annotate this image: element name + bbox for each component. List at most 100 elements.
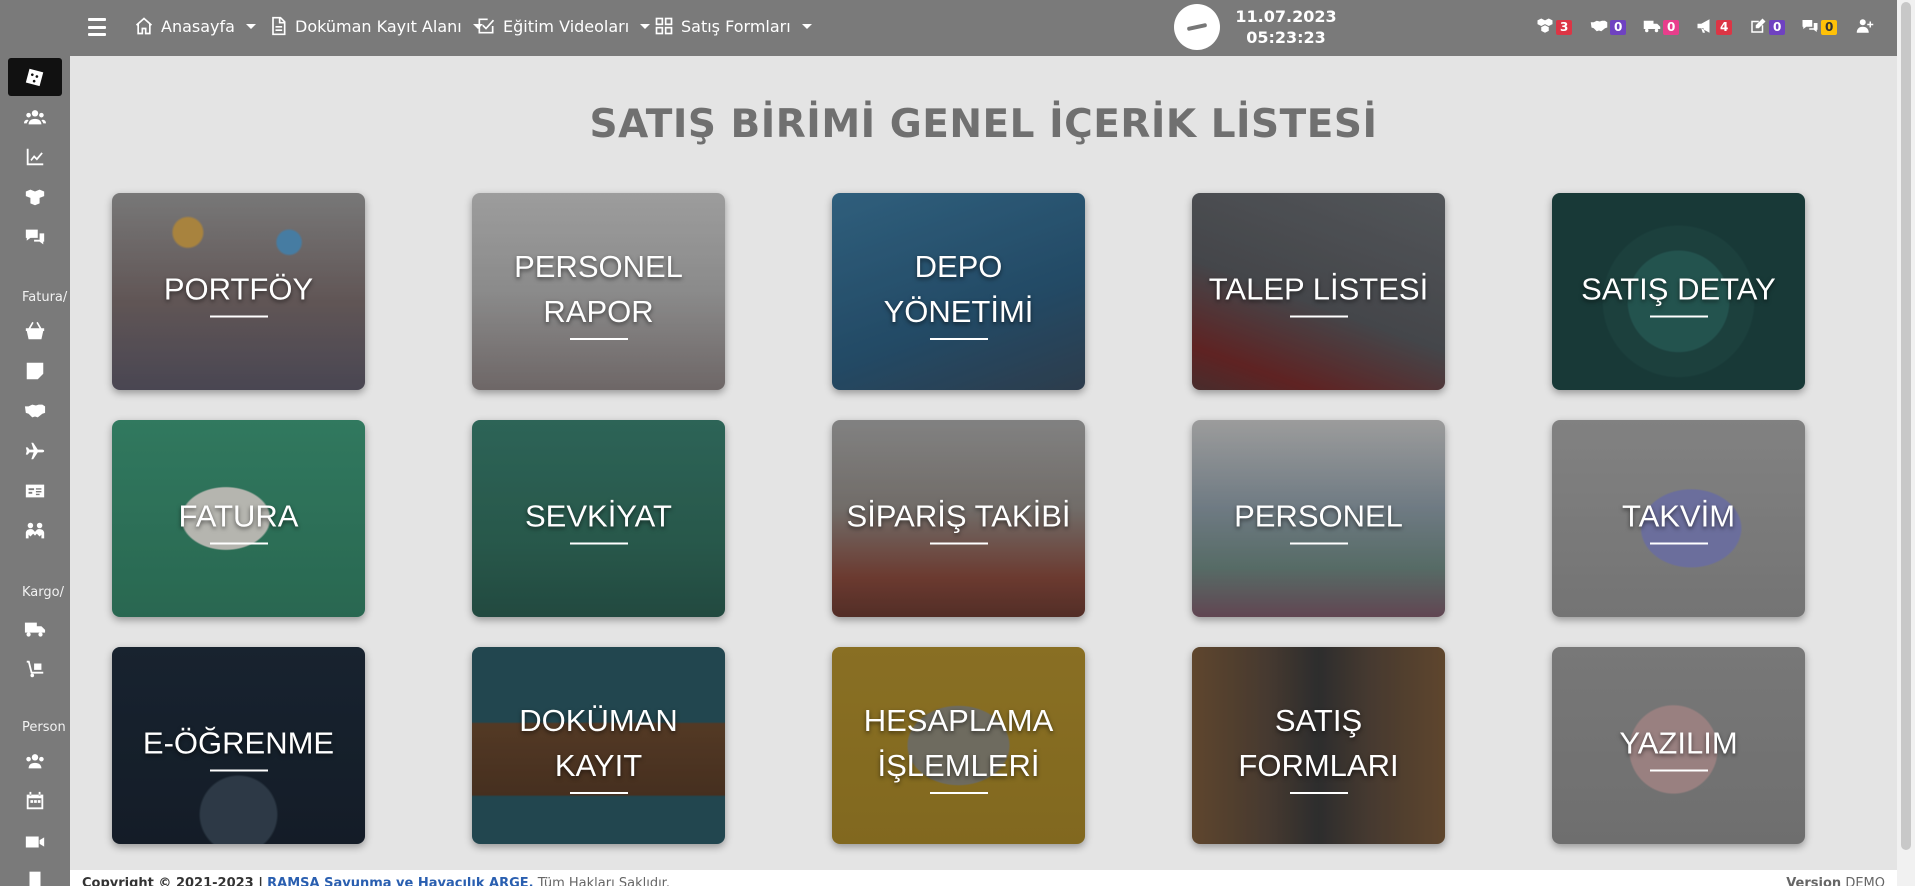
vertical-scrollbar[interactable] (1897, 0, 1915, 886)
chevron-down-icon (640, 23, 651, 29)
nav-anasayfa-label: Anasayfa (161, 16, 235, 36)
people-icon[interactable] (8, 512, 62, 550)
card-dokuman-kayit[interactable]: DOKÜMAN KAYIT (472, 647, 725, 844)
card-sevkiyat-title: SEVKİYAT (524, 498, 672, 533)
card-personel-rapor-line2: RAPOR (543, 293, 654, 329)
user-plus-icon (1856, 19, 1874, 33)
card-hesaplama-islemleri-line2: İŞLEMLERİ (877, 747, 1040, 783)
card-hesaplama-islemleri-line1: HESAPLAMA (863, 702, 1054, 738)
basket-icon[interactable] (8, 312, 62, 350)
sticky-note-icon[interactable] (8, 352, 62, 390)
nav-dokuman-kayit[interactable]: Doküman Kayıt Alanı (268, 16, 483, 36)
card-hesaplama-islemleri[interactable]: HESAPLAMA İŞLEMLERİ (832, 647, 1085, 844)
current-time: 05:23:23 (1246, 28, 1326, 47)
checkbox-icon (478, 18, 495, 34)
datetime-display: 11.07.2023 05:23:23 (1226, 6, 1346, 48)
users-icon[interactable] (8, 98, 62, 136)
top-navbar: Anasayfa Doküman Kayıt Alanı Eğitim Vide… (70, 0, 1897, 56)
card-e-ogrenme-title: E-ÖĞRENME (142, 725, 335, 760)
sidebar-group-fatura: Fatura/ (22, 290, 68, 305)
home-icon (135, 17, 153, 35)
footer-copyright: Copyright © 2021-2023 | (82, 876, 263, 886)
boxes-icon[interactable] (8, 178, 62, 216)
chat-icon (1802, 20, 1818, 32)
chart-line-icon[interactable] (8, 138, 62, 176)
truck-icon[interactable] (8, 610, 62, 648)
nav-egitim-videolari-label: Eğitim Videoları (503, 16, 630, 36)
card-personel[interactable]: PERSONEL (1192, 420, 1445, 617)
notif-handshake[interactable]: 0 (1589, 17, 1627, 35)
notif-edit[interactable]: 0 (1748, 17, 1786, 35)
calendar-icon[interactable] (8, 782, 62, 820)
card-fatura[interactable]: FATURA (112, 420, 365, 617)
card-takvim-title: TAKVİM (1621, 498, 1736, 533)
video-icon[interactable] (8, 823, 62, 861)
handshake-icon[interactable] (8, 392, 62, 430)
card-siparis-takibi[interactable]: SİPARİŞ TAKİBİ (832, 420, 1085, 617)
edit-icon (1751, 18, 1766, 33)
card-personel-rapor[interactable]: PERSONEL RAPOR (472, 193, 725, 390)
notif-cubes[interactable]: 3 (1535, 17, 1573, 35)
clipboard-icon[interactable] (8, 860, 62, 886)
card-dokuman-kayit-line1: DOKÜMAN (519, 702, 678, 738)
card-portfoy-title: PORTFÖY (163, 271, 314, 306)
notif-edit-badge: 0 (1769, 20, 1786, 35)
notif-megaphone[interactable]: 4 (1695, 17, 1733, 35)
comments-icon[interactable] (8, 218, 62, 256)
nav-anasayfa[interactable]: Anasayfa (134, 16, 256, 36)
clock-icon (1174, 4, 1220, 50)
notif-cubes-badge: 3 (1556, 20, 1573, 35)
id-card-icon[interactable] (8, 472, 62, 510)
card-satis-formlari[interactable]: SATIŞ FORMLARI (1192, 647, 1445, 844)
sidebar: Fatura/ Kargo/ Person (0, 0, 70, 886)
team-icon[interactable] (8, 742, 62, 780)
card-siparis-takibi-title: SİPARİŞ TAKİBİ (846, 498, 1071, 533)
notif-megaphone-badge: 4 (1716, 20, 1733, 35)
hamburger-menu-icon[interactable] (88, 18, 106, 36)
footer: Copyright © 2021-2023 | RAMSA Savunma ve… (70, 870, 1897, 886)
sidebar-group-kargo: Kargo/ (22, 585, 64, 600)
footer-version-value: DEMO (1845, 876, 1885, 886)
notif-chat-badge: 0 (1821, 20, 1838, 35)
card-satis-detay-title: SATIŞ DETAY (1581, 271, 1776, 306)
megaphone-icon (1697, 19, 1710, 33)
user-plus-button[interactable] (1855, 17, 1875, 35)
document-icon (272, 16, 286, 36)
notif-truck[interactable]: 0 (1642, 17, 1680, 35)
card-portfoy[interactable]: PORTFÖY (112, 193, 365, 390)
card-satis-detay[interactable]: SATIŞ DETAY (1552, 193, 1805, 390)
card-e-ogrenme[interactable]: E-ÖĞRENME (112, 647, 365, 844)
notif-chat[interactable]: 0 (1800, 17, 1838, 35)
card-fatura-title: FATURA (178, 498, 299, 533)
card-yazilim[interactable]: YAZILIM (1552, 647, 1805, 844)
card-dokuman-kayit-line2: KAYIT (554, 747, 643, 783)
footer-rights: Tüm Hakları Saklıdır. (537, 876, 670, 886)
dashboard-icon[interactable] (8, 58, 62, 96)
page-title: SATIŞ BİRİMİ GENEL İÇERİK LİSTESİ (589, 102, 1378, 147)
notif-handshake-badge: 0 (1610, 20, 1627, 35)
card-satis-formlari-line1: SATIŞ (1274, 702, 1363, 738)
card-yazilim-title: YAZILIM (1619, 725, 1738, 760)
chevron-down-icon (801, 23, 812, 29)
chevron-down-icon (245, 23, 256, 29)
card-personel-rapor-line1: PERSONEL (514, 248, 683, 284)
card-sevkiyat[interactable]: SEVKİYAT (472, 420, 725, 617)
card-talep-listesi[interactable]: TALEP LİSTESİ (1192, 193, 1445, 390)
card-depo-yonetimi-line2: YÖNETİMİ (883, 293, 1034, 329)
card-personel-title: PERSONEL (1234, 498, 1403, 533)
plane-icon[interactable] (8, 432, 62, 470)
nav-dokuman-kayit-label: Doküman Kayıt Alanı (295, 16, 462, 36)
card-takvim[interactable]: TAKVİM (1552, 420, 1805, 617)
footer-version-label: Version (1786, 876, 1842, 886)
dolly-icon[interactable] (8, 650, 62, 688)
handshake-icon (1590, 20, 1608, 32)
nav-satis-formlari[interactable]: Satış Formları (654, 16, 812, 36)
footer-company-link[interactable]: RAMSA Savunma ve Havacılık ARGE. (267, 876, 533, 886)
nav-egitim-videolari[interactable]: Eğitim Videoları (476, 16, 651, 36)
grid-icon (655, 17, 673, 35)
notif-truck-badge: 0 (1663, 20, 1680, 35)
sidebar-group-personel: Person (22, 720, 66, 735)
card-depo-yonetimi[interactable]: DEPO YÖNETİMİ (832, 193, 1085, 390)
truck-icon (1643, 20, 1661, 33)
card-satis-formlari-line2: FORMLARI (1238, 747, 1399, 783)
